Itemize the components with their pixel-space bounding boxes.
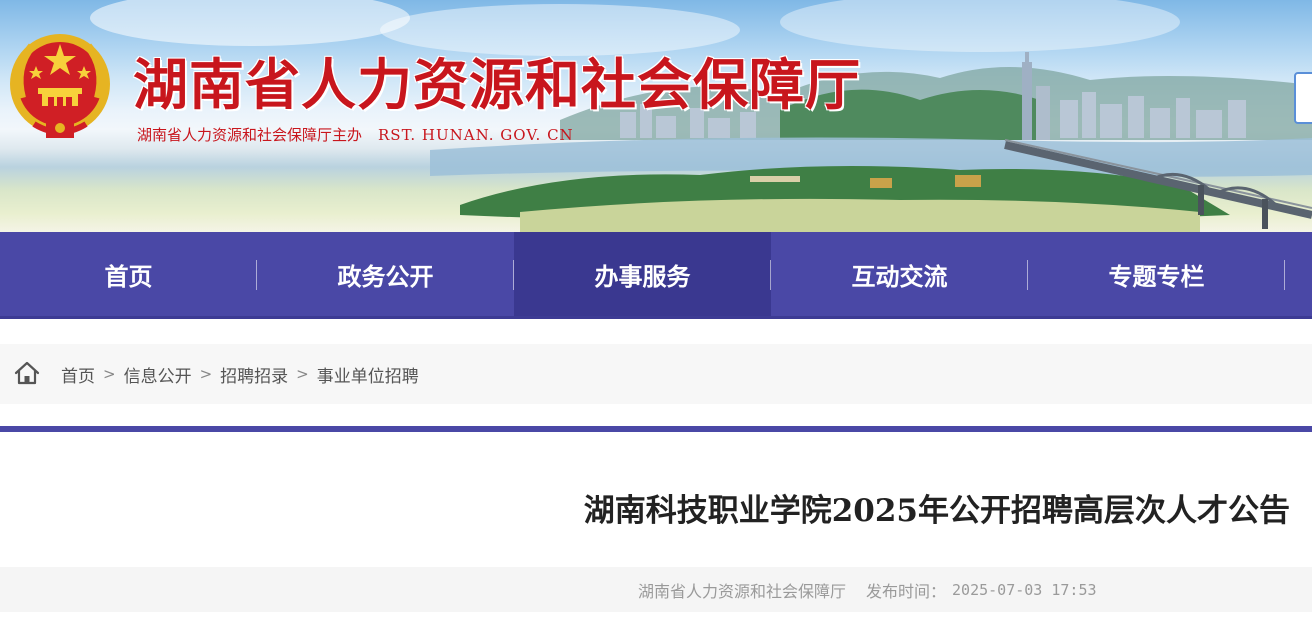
site-domain: RST. HUNAN. GOV. CN <box>378 126 574 144</box>
side-widget-tab[interactable] <box>1294 72 1312 124</box>
home-icon[interactable] <box>14 361 40 385</box>
nav-item-interaction[interactable]: 互动交流 <box>771 232 1028 316</box>
nav-item-label: 专题专栏 <box>1108 262 1205 291</box>
breadcrumb: 首页 > 信息公开 > 招聘招录 > 事业单位招聘 <box>0 344 1312 404</box>
breadcrumb-separator: > <box>296 365 309 383</box>
article-meta: 湖南省人力资源和社会保障厅 发布时间： 2025-07-03 17:53 <box>638 567 1097 612</box>
nav-item-label: 互动交流 <box>851 262 948 291</box>
nav-item-special-topics[interactable]: 专题专栏 <box>1028 232 1285 316</box>
nav-item-label: 首页 <box>104 262 153 291</box>
article-top-rule <box>0 426 1312 432</box>
nav-item-services[interactable]: 办事服务 <box>514 232 771 316</box>
site-title: 湖南省人力资源和社会保障厅 <box>133 53 862 117</box>
article-meta-bar: 湖南省人力资源和社会保障厅 发布时间： 2025-07-03 17:53 <box>0 567 1312 612</box>
breadcrumb-list: 首页 > 信息公开 > 招聘招录 > 事业单位招聘 <box>61 344 419 404</box>
national-emblem-icon <box>10 34 110 138</box>
publish-time-label: 发布时间： <box>866 581 947 601</box>
article-title: 湖南科技职业学院2025年公开招聘高层次人才公告 <box>583 493 1290 529</box>
nav-divider <box>1284 260 1285 290</box>
breadcrumb-item-institution-recruitment[interactable]: 事业单位招聘 <box>317 362 419 387</box>
main-nav: 首页 政务公开 办事服务 互动交流 专题专栏 <box>0 232 1312 319</box>
breadcrumb-item-home[interactable]: 首页 <box>61 362 95 387</box>
breadcrumb-separator: > <box>199 365 213 383</box>
nav-item-label: 办事服务 <box>594 262 691 291</box>
site-header-banner: 湖南省人力资源和社会保障厅 湖南省人力资源和社会保障厅主办 RST. HUNAN.… <box>0 0 1312 232</box>
breadcrumb-separator: > <box>103 365 116 383</box>
breadcrumb-item-info-disclosure[interactable]: 信息公开 <box>124 362 192 387</box>
nav-item-label: 政务公开 <box>337 262 434 291</box>
site-subtitle: 湖南省人力资源和社会保障厅主办 RST. HUNAN. GOV. CN <box>137 124 574 145</box>
nav-item-home[interactable]: 首页 <box>0 232 257 316</box>
nav-item-government-affairs[interactable]: 政务公开 <box>257 232 514 316</box>
site-sponsor: 湖南省人力资源和社会保障厅主办 <box>137 126 363 144</box>
breadcrumb-item-recruitment[interactable]: 招聘招录 <box>220 362 288 387</box>
publish-time: 2025-07-03 17:53 <box>952 580 1097 599</box>
article-source: 湖南省人力资源和社会保障厅 <box>638 581 847 601</box>
